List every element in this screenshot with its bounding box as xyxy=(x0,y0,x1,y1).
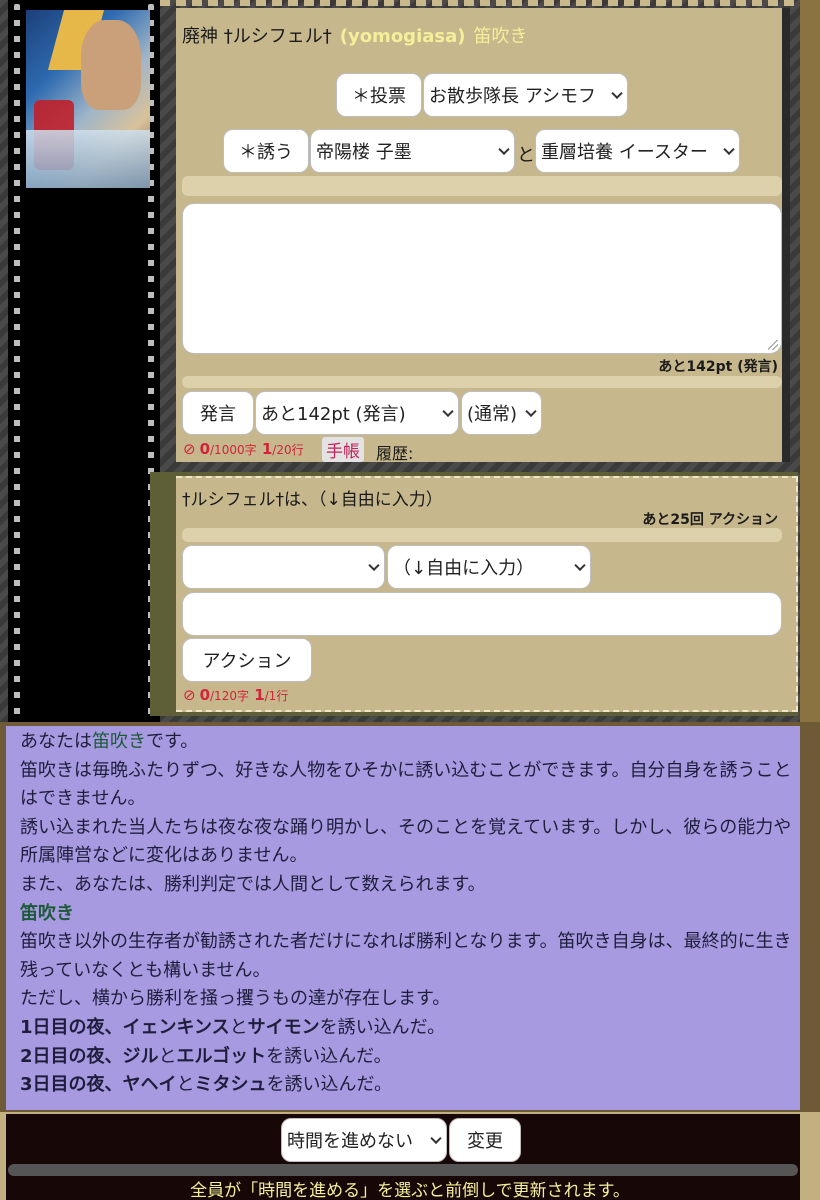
chevron-down-icon xyxy=(574,559,586,572)
chevron-down-icon xyxy=(498,143,510,156)
action-input[interactable] xyxy=(182,592,782,636)
say-mode-select[interactable]: あと142pt (発言) xyxy=(255,391,459,435)
role-description-2: 誘い込まれた当人たちは夜な夜な踊り明かし、そのことを覚えています。しかし、彼らの… xyxy=(20,816,792,867)
win-condition-1: 笛吹き以外の生存者が勧誘された者だけになれば勝利となります。笛吹き自身は、最終的… xyxy=(20,931,792,981)
actions-remaining: あと25回 アクション xyxy=(642,512,778,528)
prohibited-icon: ⊘ xyxy=(183,440,196,458)
win-condition-heading: 笛吹き xyxy=(20,902,74,924)
say-style-select[interactable]: (通常) xyxy=(461,391,542,435)
top-border xyxy=(160,0,800,6)
right-border xyxy=(800,0,820,722)
chevron-down-icon xyxy=(430,1132,442,1145)
action-target-select[interactable] xyxy=(182,545,385,589)
change-button[interactable]: 変更 xyxy=(449,1118,521,1162)
and-label: と xyxy=(517,145,535,166)
night-log-entry: 3日目の夜、ヤヘイとミタシュを誘い込んだ。 xyxy=(20,1074,392,1096)
chevron-down-icon xyxy=(368,559,380,572)
role-description-3: また、あなたは、勝利判定では人間として数えられます。 xyxy=(20,873,486,895)
history-label: 履歴: xyxy=(376,444,414,463)
chevron-down-icon xyxy=(442,405,454,418)
night-log-entry: 2日目の夜、ジルとエルゴットを誘い込んだ。 xyxy=(20,1045,392,1067)
divider-band xyxy=(182,376,782,388)
character-title: 廃神 †ルシフェル† (yomogiasa) 笛吹き xyxy=(182,22,527,48)
avatar xyxy=(26,10,150,188)
resize-grip-icon[interactable] xyxy=(768,340,778,350)
invite-target-select-2[interactable]: 重層培養 イースター xyxy=(535,129,740,173)
action-type-select[interactable]: （↓自由に入力） xyxy=(387,545,591,589)
character-name: 廃神 †ルシフェル† xyxy=(182,26,332,47)
action-title: †ルシフェル†は、（↓自由に入力） xyxy=(182,490,443,510)
role-info-box: あなたは笛吹きです。 笛吹きは毎晩ふたりずつ、好きな人物をひそかに誘い込むことが… xyxy=(6,726,800,1110)
time-advance-select[interactable]: 時間を進めない xyxy=(281,1118,447,1162)
footer-notice: 全員が「時間を進める」を選ぶと前倒しで更新されます。 xyxy=(190,1181,630,1200)
speech-textarea[interactable] xyxy=(182,203,782,354)
film-holes-left xyxy=(14,4,20,718)
role-description-1: 笛吹きは毎晩ふたりずつ、好きな人物をひそかに誘い込むことができます。自分自身を誘… xyxy=(20,759,792,810)
prohibited-icon: ⊘ xyxy=(183,686,196,704)
action-button[interactable]: アクション xyxy=(182,638,312,682)
invite-button[interactable]: ＊誘う xyxy=(223,129,309,173)
night-log-entry: 1日目の夜、イェンキンスとサイモンを誘い込んだ。 xyxy=(20,1016,446,1038)
vote-button[interactable]: ＊投票 xyxy=(336,73,422,117)
speech-counter: ⊘ 0/1000字 1/20行 xyxy=(183,440,304,458)
notebook-link[interactable]: 手帳 xyxy=(322,437,364,462)
say-button[interactable]: 発言 xyxy=(182,391,254,435)
action-counter: ⊘ 0/120字 1/1行 xyxy=(183,686,289,704)
divider-band xyxy=(182,528,782,542)
vote-target-select[interactable]: お散歩隊長 アシモフ xyxy=(423,73,628,117)
role-name: 笛吹き xyxy=(473,26,528,47)
invite-target-select-1[interactable]: 帝陽楼 子墨 xyxy=(310,129,515,173)
footer-divider xyxy=(8,1164,798,1176)
win-condition-2: ただし、横から勝利を掻っ攫うもの達が存在します。 xyxy=(20,988,451,1010)
points-remaining: あと142pt (発言) xyxy=(658,359,778,375)
divider-band xyxy=(182,176,782,196)
player-id: (yomogiasa) xyxy=(339,26,466,47)
role-intro: あなたは笛吹きです。 xyxy=(20,731,199,752)
